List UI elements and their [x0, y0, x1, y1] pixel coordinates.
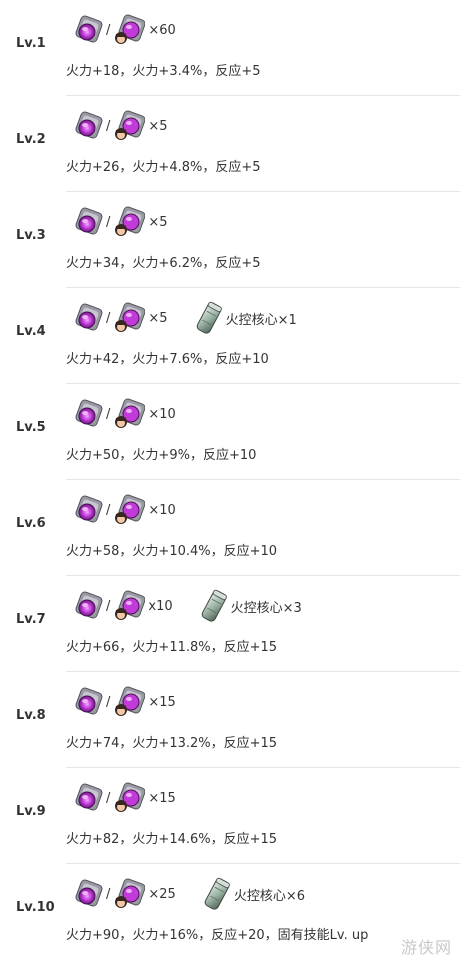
effect-text: 火力+26，火力+4.8%，反应+5 — [66, 160, 261, 175]
materials: / ×10 — [72, 493, 176, 527]
effect-text: 火力+18，火力+3.4%，反应+5 — [66, 64, 261, 79]
fire-control-core-icon — [202, 877, 232, 911]
separator: / — [106, 214, 111, 230]
level-label: Lv.9 — [16, 804, 46, 819]
purple-chip-with-doll-icon — [113, 686, 146, 718]
level-row: Lv.4 / ×5 火控核心×1 火力+42，火力+7.6%，反应+10 — [0, 288, 460, 384]
effect-text: 火力+82，火力+14.6%，反应+15 — [66, 832, 278, 847]
core-label: 火控核心×3 — [230, 600, 302, 616]
materials: / ×5 — [72, 109, 168, 143]
purple-chip-with-doll-icon — [113, 398, 146, 430]
materials: / ×15 — [72, 685, 176, 719]
watermark: 游侠网 — [400, 938, 452, 957]
chip-count: ×10 — [148, 406, 176, 422]
effect-text: 火力+42，火力+7.6%，反应+10 — [66, 352, 269, 367]
fire-control-core-icon — [199, 589, 229, 623]
chip-count: ×60 — [148, 22, 176, 38]
level-row: Lv.3 / ×5 火力+34，火力+6.2%，反应+5 — [0, 192, 460, 288]
purple-chip-with-doll-icon — [113, 110, 146, 142]
materials: / ×15 — [72, 781, 176, 815]
separator: / — [106, 502, 111, 518]
effect-text: 火力+66，火力+11.8%，反应+15 — [66, 640, 278, 655]
chip-count: ×15 — [148, 790, 176, 806]
level-label: Lv.4 — [16, 324, 46, 339]
purple-chip-icon — [72, 206, 104, 238]
purple-chip-with-doll-icon — [113, 782, 146, 814]
materials: / ×60 — [72, 13, 176, 47]
level-row: Lv.5 / ×10 火力+50，火力+9%，反应+10 — [0, 384, 460, 480]
separator: / — [106, 886, 111, 902]
chip-count: ×5 — [148, 214, 168, 230]
purple-chip-icon — [72, 878, 104, 910]
effect-text: 火力+58，火力+10.4%，反应+10 — [66, 544, 278, 559]
separator: / — [106, 406, 111, 422]
fire-control-core-icon — [194, 301, 224, 335]
chip-count: ×25 — [148, 886, 176, 902]
level-row: Lv.6 / ×10 火力+58，火力+10.4%，反应+10 — [0, 480, 460, 576]
purple-chip-icon — [72, 686, 104, 718]
enhancement-table: Lv.1 / ×60 火力+18，火力+3.4%，反应+5 Lv.2 / ×5 … — [0, 0, 460, 964]
effect-text: 火力+90，火力+16%，反应+20，固有技能Lv. up — [66, 928, 369, 943]
level-label: Lv.6 — [16, 516, 46, 531]
core-material: 火控核心×3 — [199, 589, 302, 623]
core-material: 火控核心×6 — [202, 877, 305, 911]
purple-chip-with-doll-icon — [113, 302, 146, 334]
level-label: Lv.1 — [16, 36, 46, 51]
level-row: Lv.8 / ×15 火力+74，火力+13.2%，反应+15 — [0, 672, 460, 768]
purple-chip-icon — [72, 398, 104, 430]
level-row: Lv.9 / ×15 火力+82，火力+14.6%，反应+15 — [0, 768, 460, 864]
level-label: Lv.7 — [16, 612, 46, 627]
purple-chip-icon — [72, 14, 104, 46]
level-label: Lv.5 — [16, 420, 46, 435]
separator: / — [106, 598, 111, 614]
core-label: 火控核心×6 — [233, 888, 305, 904]
separator: / — [106, 694, 111, 710]
level-row: Lv.10 / ×25 火控核心×6 火力+90，火力+16%，反应+20，固有… — [0, 864, 460, 964]
separator: / — [106, 310, 111, 326]
purple-chip-with-doll-icon — [113, 206, 146, 238]
purple-chip-icon — [72, 494, 104, 526]
level-label: Lv.2 — [16, 132, 46, 147]
purple-chip-with-doll-icon — [113, 494, 146, 526]
level-row: Lv.2 / ×5 火力+26，火力+4.8%，反应+5 — [0, 96, 460, 192]
separator: / — [106, 790, 111, 806]
purple-chip-with-doll-icon — [113, 590, 146, 622]
purple-chip-icon — [72, 302, 104, 334]
materials: / ×5 — [72, 205, 168, 239]
core-label: 火控核心×1 — [225, 312, 297, 328]
materials: / ×25 火控核心×6 — [72, 877, 305, 911]
effect-text: 火力+50，火力+9%，反应+10 — [66, 448, 257, 463]
level-label: Lv.8 — [16, 708, 46, 723]
purple-chip-with-doll-icon — [113, 14, 146, 46]
effect-text: 火力+74，火力+13.2%，反应+15 — [66, 736, 278, 751]
separator: / — [106, 118, 111, 134]
purple-chip-icon — [72, 110, 104, 142]
materials: / ×5 火控核心×1 — [72, 301, 297, 335]
level-label: Lv.10 — [16, 900, 55, 915]
materials: / ×10 — [72, 397, 176, 431]
materials: / x10 火控核心×3 — [72, 589, 302, 623]
level-row: Lv.7 / x10 火控核心×3 火力+66，火力+11.8%，反应+15 — [0, 576, 460, 672]
core-material: 火控核心×1 — [194, 301, 297, 335]
chip-count: ×10 — [148, 502, 176, 518]
level-row: Lv.1 / ×60 火力+18，火力+3.4%，反应+5 — [0, 0, 460, 96]
separator: / — [106, 22, 111, 38]
effect-text: 火力+34，火力+6.2%，反应+5 — [66, 256, 261, 271]
chip-count: ×5 — [148, 310, 168, 326]
purple-chip-icon — [72, 590, 104, 622]
chip-count: ×15 — [148, 694, 176, 710]
level-label: Lv.3 — [16, 228, 46, 243]
purple-chip-with-doll-icon — [113, 878, 146, 910]
chip-count: ×5 — [148, 118, 168, 134]
chip-count: x10 — [148, 598, 173, 614]
purple-chip-icon — [72, 782, 104, 814]
